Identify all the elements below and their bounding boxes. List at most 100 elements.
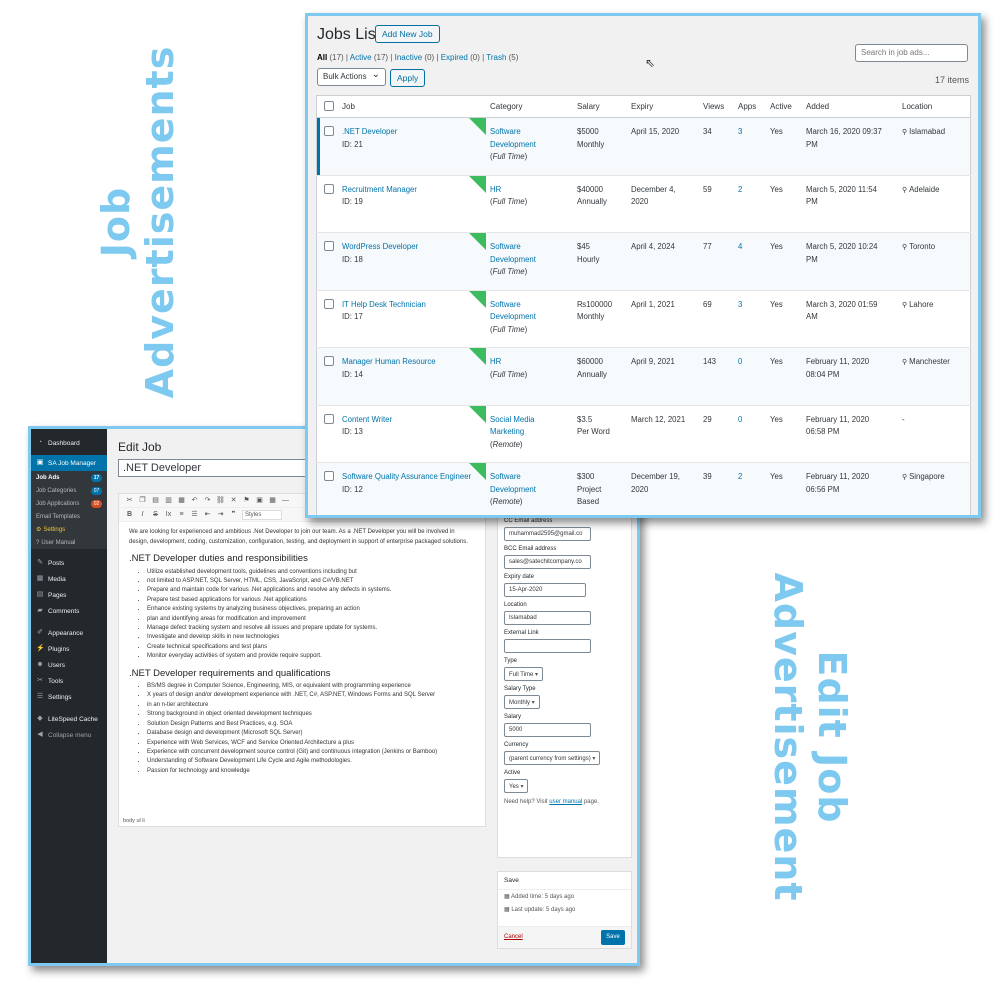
salary-type-select[interactable]: Monthly — [504, 695, 540, 709]
redo-icon[interactable]: ↷ — [203, 496, 212, 505]
sidebar-sub-email-templates[interactable]: Email Templates — [31, 510, 107, 523]
row-checkbox[interactable] — [324, 356, 334, 366]
filter-all[interactable]: All — [317, 53, 327, 62]
sidebar-collapse-menu[interactable]: ◀ Collapse menu — [31, 727, 107, 743]
user-manual-link[interactable]: user manual — [549, 799, 582, 805]
sidebar-item-tools[interactable]: ✂ Tools — [31, 673, 107, 689]
table-row[interactable]: WordPress Developer ID: 18 Software Develop… — [316, 232, 971, 291]
category-link-cont[interactable]: Development — [490, 312, 536, 321]
category-link-cont[interactable]: Marketing — [490, 427, 524, 436]
type-select[interactable]: Full Time — [504, 667, 544, 681]
paste-word-icon[interactable]: ▦ — [177, 496, 186, 505]
job-title-link[interactable]: Manager Human Resource — [342, 357, 436, 366]
col-views[interactable]: Views — [699, 95, 734, 118]
active-select[interactable]: Yes — [504, 779, 529, 793]
strike-icon[interactable]: S — [151, 510, 160, 519]
sidebar-sub-job-categories[interactable]: Job Categories 07 — [31, 484, 107, 497]
paste-icon[interactable]: ▤ — [151, 496, 160, 505]
sidebar-sub-job-ads[interactable]: Job Ads 17 — [31, 471, 107, 484]
category-link[interactable]: HR — [490, 357, 501, 366]
sidebar-item-appearance[interactable]: ✐ Appearance — [31, 625, 107, 641]
table-row[interactable]: Content Writer ID: 13 Social Media Marketin… — [316, 405, 971, 463]
cancel-link[interactable]: Cancel — [504, 934, 523, 940]
indent-icon[interactable]: ⇥ — [216, 510, 225, 519]
sidebar-sub-settings[interactable]: ⚙ Settings — [31, 523, 107, 536]
sidebar-item-pages[interactable]: ▤ Pages — [31, 587, 107, 603]
filter-inactive[interactable]: Inactive — [395, 53, 423, 62]
table-icon[interactable]: ▦ — [268, 496, 277, 505]
applications-link[interactable]: 3 — [738, 300, 742, 309]
sidebar-sub-job-applications[interactable]: Job Applications 02 — [31, 497, 107, 510]
sidebar-item-posts[interactable]: ✎ Posts — [31, 555, 107, 571]
hr-icon[interactable]: — — [281, 496, 290, 505]
sidebar-item-litespeed[interactable]: ◆ LiteSpeed Cache — [31, 711, 107, 727]
job-title-link[interactable]: Recruitment Manager — [342, 185, 417, 194]
applications-link[interactable]: 2 — [738, 185, 742, 194]
paste-text-icon[interactable]: ▥ — [164, 496, 173, 505]
sidebar-item-sa-job-manager[interactable]: ▣ SA Job Manager — [31, 455, 107, 471]
col-category[interactable]: Category — [486, 95, 573, 118]
search-input[interactable]: Search in job ads... — [855, 44, 968, 62]
category-link[interactable]: Software — [490, 127, 521, 136]
applications-link[interactable]: 4 — [738, 242, 742, 251]
table-row[interactable]: Software Quality Assurance Engineer ID: 1… — [316, 462, 971, 515]
filter-trash[interactable]: Trash — [486, 53, 506, 62]
row-checkbox[interactable] — [324, 413, 334, 424]
filter-active[interactable]: Active — [350, 53, 372, 62]
category-link[interactable]: Social Media — [490, 415, 535, 424]
location-field[interactable]: Islamabad — [504, 611, 591, 625]
styles-dropdown[interactable]: Styles — [242, 509, 282, 520]
bcc-email-field[interactable]: sales@satechitcompany.co — [504, 555, 591, 569]
numbered-list-icon[interactable]: ≡ — [177, 510, 186, 519]
undo-icon[interactable]: ↶ — [190, 496, 199, 505]
add-new-job-button[interactable]: Add New Job — [375, 25, 440, 43]
category-link-cont[interactable]: Development — [490, 140, 536, 149]
col-expiry[interactable]: Expiry — [627, 95, 699, 118]
job-title-link[interactable]: Software Quality Assurance Engineer — [342, 472, 471, 481]
sidebar-item-dashboard[interactable]: ◔ Dashboard — [31, 435, 107, 451]
category-link-cont[interactable]: Development — [490, 255, 536, 264]
category-link[interactable]: Software — [490, 472, 521, 481]
row-checkbox[interactable] — [324, 126, 334, 136]
row-checkbox[interactable] — [324, 183, 334, 194]
table-row[interactable]: Recruitment Manager ID: 19 HR (Full Time) $4… — [316, 175, 971, 233]
sidebar-item-plugins[interactable]: ⚡ Plugins — [31, 641, 107, 657]
copy-icon[interactable]: ❐ — [138, 496, 147, 505]
job-title-link[interactable]: IT Help Desk Technician — [342, 300, 426, 309]
blockquote-icon[interactable]: ❞ — [229, 510, 238, 519]
row-checkbox[interactable] — [324, 298, 334, 309]
job-title-input[interactable]: .NET Developer — [118, 459, 318, 477]
salary-field[interactable]: 5000 — [504, 723, 591, 737]
category-link[interactable]: Software — [490, 300, 521, 309]
applications-link[interactable]: 0 — [738, 415, 742, 424]
row-checkbox[interactable] — [324, 241, 334, 251]
job-title-link[interactable]: Content Writer — [342, 415, 392, 424]
save-button[interactable]: Save — [601, 930, 625, 945]
editor-content[interactable]: We are looking for experienced and ambit… — [119, 522, 485, 820]
sidebar-item-media[interactable]: ▦ Media — [31, 571, 107, 587]
table-row[interactable]: IT Help Desk Technician ID: 17 Software Dev… — [316, 290, 971, 348]
job-title-link[interactable]: .NET Developer — [342, 127, 397, 136]
sidebar-item-users[interactable]: ☻ Users — [31, 657, 107, 673]
clear-format-icon[interactable]: Ix — [164, 510, 173, 519]
image-icon[interactable]: ▣ — [255, 496, 264, 505]
sidebar-item-settings[interactable]: ☰ Settings — [31, 689, 107, 705]
table-row[interactable]: .NET Developer ID: 21 Software Development (… — [316, 117, 971, 176]
col-job[interactable]: Job — [338, 95, 486, 118]
link-icon[interactable]: ⛓ — [216, 496, 225, 505]
cc-email-field[interactable]: muhammad2595@gmail.co — [504, 527, 591, 541]
applications-link[interactable]: 2 — [738, 472, 742, 481]
col-added[interactable]: Added — [802, 95, 898, 118]
bullet-list-icon[interactable]: ☰ — [190, 510, 199, 519]
col-apps[interactable]: Apps — [734, 95, 766, 118]
filter-expired[interactable]: Expired — [441, 53, 468, 62]
category-link-cont[interactable]: Development — [490, 485, 536, 494]
category-link[interactable]: Software — [490, 242, 521, 251]
apply-button[interactable]: Apply — [390, 69, 426, 87]
cut-icon[interactable]: ✂ — [125, 496, 134, 505]
category-link[interactable]: HR — [490, 185, 501, 194]
job-title-link[interactable]: WordPress Developer — [342, 242, 418, 251]
external-link-field[interactable] — [504, 639, 591, 653]
currency-select[interactable]: (parent currency from settings) — [504, 751, 601, 765]
col-active[interactable]: Active — [766, 95, 802, 118]
